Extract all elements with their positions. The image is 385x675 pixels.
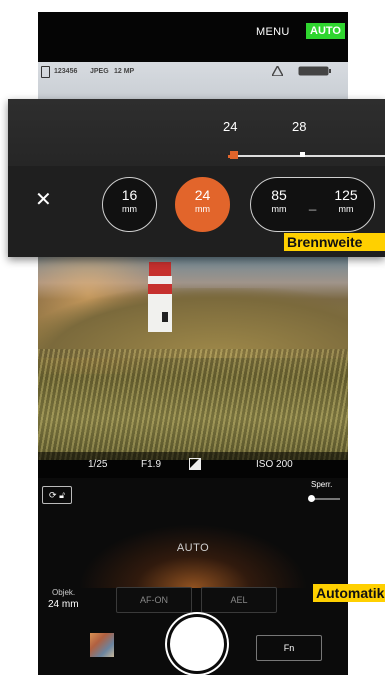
scale-label-right: 28 (292, 119, 307, 134)
zoom-to: 125 mm (324, 178, 368, 215)
shooting-mode-label[interactable]: AUTO (38, 542, 348, 554)
lens-label: Objek. (52, 588, 76, 597)
fn-button[interactable]: Fn (256, 635, 322, 661)
rotate-icon: ⟳ (49, 490, 57, 500)
last-photo-thumbnail[interactable] (90, 633, 114, 657)
shutter-button[interactable] (170, 617, 224, 671)
focal-scale-area: 24 28 (8, 99, 385, 166)
shots-remaining: 123456 (54, 68, 78, 75)
zoom-range-dash: _ (309, 196, 317, 211)
lock-slider-knob[interactable] (308, 495, 315, 502)
menu-button[interactable]: MENU (256, 26, 290, 38)
focal-preset-value: 16 (121, 187, 138, 203)
focal-preset-24mm[interactable]: 24 mm (175, 177, 230, 232)
lock-icon: 🔓︎ (59, 490, 65, 500)
focal-scale-track[interactable] (234, 155, 385, 157)
dune-hill (38, 288, 348, 358)
memory-card-icon (41, 66, 50, 78)
focal-preset-unit: mm (122, 204, 137, 214)
lighthouse (148, 262, 172, 332)
megapixels: 12 MP (114, 68, 135, 75)
shutter-speed: 1/25 (88, 459, 108, 470)
mode-dial-glow (78, 524, 308, 588)
iso-value: ISO 200 (256, 459, 293, 470)
mode-badge[interactable]: AUTO (306, 23, 345, 39)
zoom-range-button[interactable]: 85 mm _ 125 mm (250, 177, 375, 232)
zoom-from-unit: mm (271, 204, 287, 214)
focal-preset-16mm[interactable]: 16 mm (102, 177, 157, 232)
lock-slider-label: Sperr. (311, 480, 333, 489)
automatik-annotation: Automatik (313, 584, 385, 602)
aperture-value: F1.9 (141, 459, 162, 470)
zoom-to-value: 125 (334, 187, 358, 203)
zoom-from-value: 85 (271, 187, 287, 203)
zoom-from: 85 mm (257, 178, 301, 215)
close-icon[interactable]: ✕ (35, 190, 52, 210)
focal-preset-value: 24 (194, 187, 211, 203)
grass-foreground (38, 349, 348, 460)
zoom-to-unit: mm (338, 204, 354, 214)
triangle-warning-icon (272, 66, 283, 76)
file-format: JPEG (90, 68, 109, 75)
rotation-lock-button[interactable]: ⟳ 🔓︎ (42, 486, 72, 504)
af-on-button[interactable]: AF-ON (116, 587, 192, 613)
focal-scale-current-marker[interactable] (230, 151, 238, 159)
viewfinder-image[interactable] (38, 254, 348, 460)
lens-value[interactable]: 24 mm (48, 599, 79, 610)
scale-label-left: 24 (223, 119, 238, 134)
focal-scale-tick (300, 152, 305, 157)
focal-preset-unit: mm (195, 204, 210, 214)
ael-button[interactable]: AEL (201, 587, 277, 613)
top-bar: MENU AUTO (38, 12, 348, 62)
brennweite-annotation: Brennweite (284, 233, 385, 251)
battery-icon (298, 66, 331, 76)
